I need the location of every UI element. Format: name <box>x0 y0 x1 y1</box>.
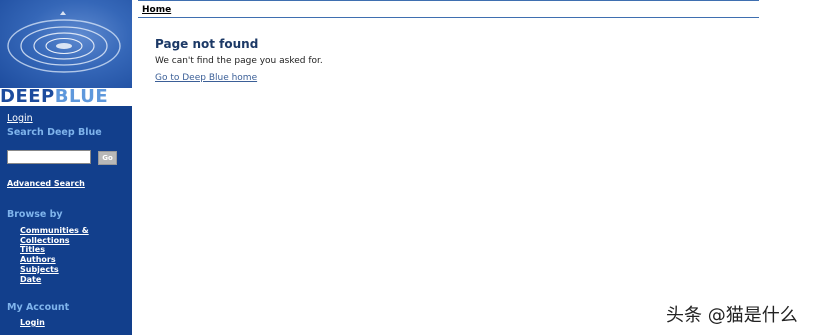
home-link[interactable]: Go to Deep Blue home <box>155 73 257 83</box>
go-button[interactable]: Go <box>98 151 117 165</box>
search-input[interactable] <box>7 150 91 164</box>
deep-blue-wordmark: DEEPBLUE <box>0 88 132 106</box>
error-message: We can't find the page you asked for. <box>155 56 323 66</box>
wordmark-blue: BLUE <box>54 88 109 106</box>
browse-authors[interactable]: Authors <box>20 255 89 265</box>
breadcrumb-bar: Home <box>138 0 759 18</box>
login-link[interactable]: Login <box>7 113 33 124</box>
browse-titles[interactable]: Titles <box>20 245 89 255</box>
browse-subjects[interactable]: Subjects <box>20 265 89 275</box>
deep-blue-logo[interactable] <box>0 0 132 88</box>
advanced-search-link[interactable]: Advanced Search <box>7 179 85 188</box>
browse-date[interactable]: Date <box>20 275 89 285</box>
browse-collections[interactable]: Collections <box>20 236 89 246</box>
browse-list: Communities & Collections Titles Authors… <box>20 226 89 284</box>
browse-communities[interactable]: Communities & <box>20 226 89 236</box>
account-login-link[interactable]: Login <box>20 318 45 327</box>
ripple-logo-icon <box>7 11 121 73</box>
watermark-text: 头条 @猫是什么 <box>666 305 798 326</box>
my-account-heading: My Account <box>7 302 70 313</box>
breadcrumb-home-link[interactable]: Home <box>142 5 171 15</box>
page-title: Page not found <box>155 37 259 51</box>
browse-heading: Browse by <box>7 209 63 220</box>
search-heading: Search Deep Blue <box>7 127 102 138</box>
wordmark-deep: DEEP <box>0 88 55 106</box>
sidebar: DEEPBLUE Login Search Deep Blue Go Advan… <box>0 0 132 335</box>
